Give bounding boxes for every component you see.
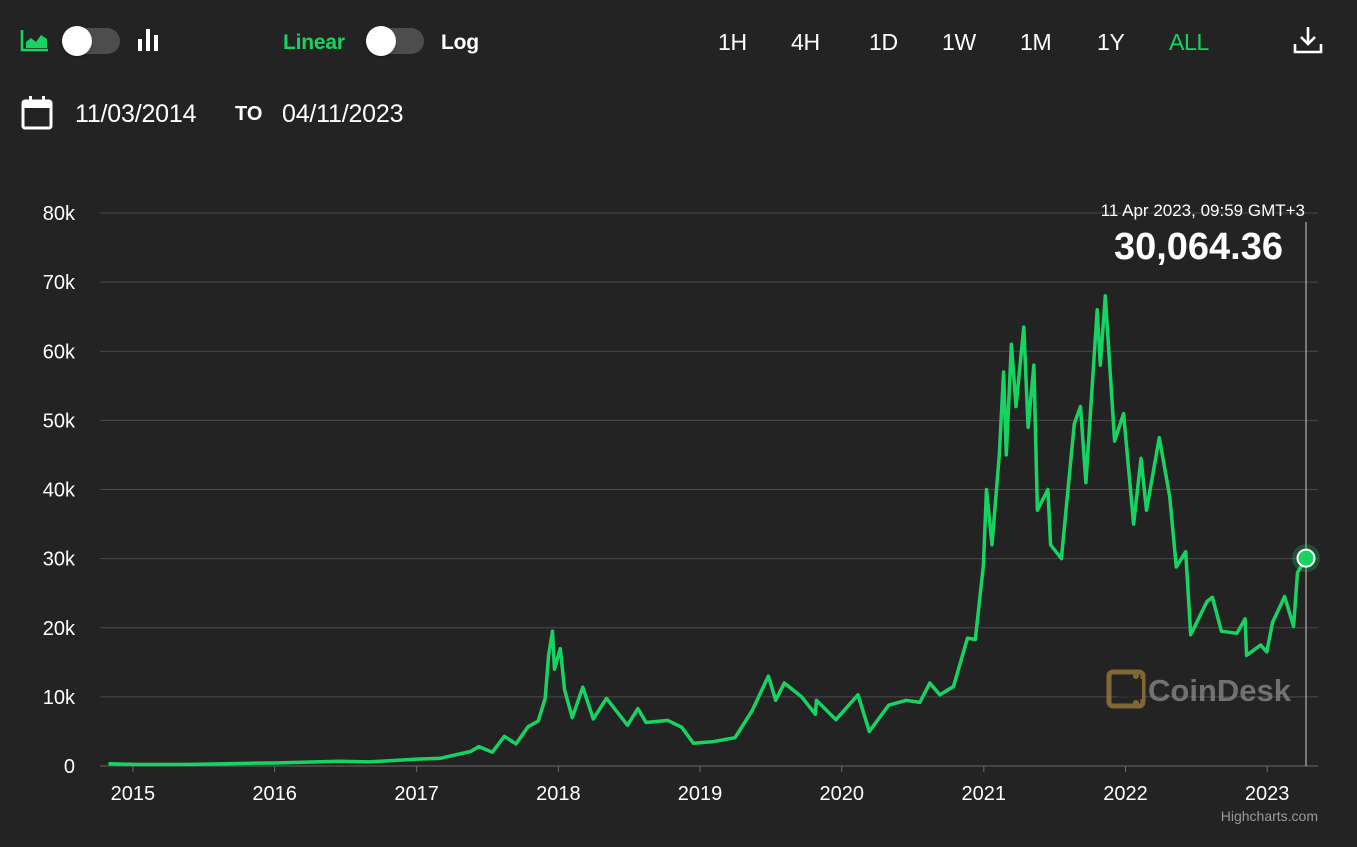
y-axis-labels: 0 10k 20k 30k 40k 50k 60k 70k 80k: [43, 203, 76, 778]
x-tick-label: 2022: [1103, 783, 1148, 805]
y-tick-label: 0: [64, 756, 75, 778]
x-tick-label: 2015: [111, 783, 156, 805]
x-tick-label: 2021: [962, 783, 1007, 805]
last-point-marker[interactable]: [1296, 548, 1316, 568]
x-tick-label: 2023: [1245, 783, 1290, 805]
tooltip-value: 30,064.36: [1114, 226, 1283, 268]
y-tick-label: 60k: [43, 341, 76, 363]
x-tick-label: 2017: [394, 783, 439, 805]
y-tick-label: 10k: [43, 687, 76, 709]
coindesk-watermark: CoinDesk: [1106, 669, 1292, 709]
tooltip-date: 11 Apr 2023, 09:59 GMT+3: [1101, 201, 1305, 220]
watermark-text: CoinDesk: [1148, 673, 1292, 708]
y-tick-label: 50k: [43, 410, 76, 432]
y-tick-label: 20k: [43, 618, 76, 640]
price-chart[interactable]: 010k20k30k40k50k60k70k80k 2015 2016 2017 20…: [0, 0, 1357, 847]
x-tick-label: 2016: [252, 783, 297, 805]
highcharts-credits[interactable]: Highcharts.com: [1221, 808, 1318, 824]
y-tick-label: 70k: [43, 272, 76, 294]
coindesk-logo-icon: [1106, 669, 1146, 709]
x-tick-label: 2020: [819, 783, 864, 805]
y-tick-label: 40k: [43, 480, 76, 502]
x-axis-labels: 2015 2016 2017 2018 2019 2020 2021 2022 2023: [111, 766, 1290, 805]
x-tick-label: 2018: [536, 783, 581, 805]
y-tick-label: 80k: [43, 203, 76, 225]
x-tick-label: 2019: [678, 783, 723, 805]
y-tick-label: 30k: [43, 549, 76, 571]
